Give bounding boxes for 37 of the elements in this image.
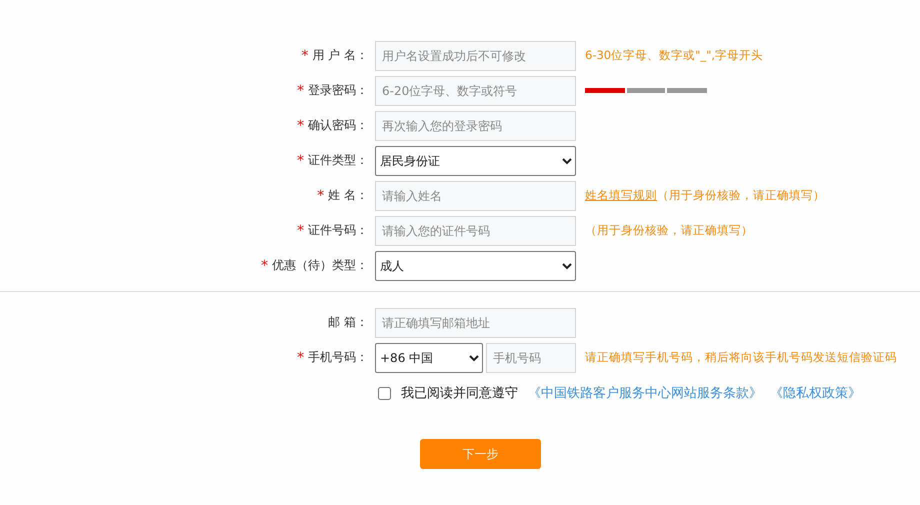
required-asterisk: * bbox=[297, 222, 304, 238]
input-field[interactable]: 请输入您的证件号码 bbox=[375, 216, 576, 246]
field-label: 姓 名： bbox=[328, 187, 368, 204]
hint-text: 请正确填写手机号码，稍后将向该手机号码发送短信验证码 bbox=[585, 350, 897, 365]
field-label: 优惠（待）类型： bbox=[272, 257, 368, 274]
terms-link[interactable]: 《中国铁路客户服务中心网站服务条款》 bbox=[528, 384, 762, 402]
required-asterisk: * bbox=[297, 118, 304, 134]
required-asterisk: * bbox=[297, 152, 304, 168]
next-button[interactable]: 下一步 bbox=[420, 439, 541, 469]
required-asterisk: * bbox=[261, 258, 268, 274]
rules-link[interactable]: 姓名填写规则 bbox=[585, 188, 657, 203]
agree-text: 我已阅读并同意遵守 bbox=[401, 385, 518, 402]
input-field[interactable]: 手机号码 bbox=[486, 342, 576, 372]
hint-text: 6-30位字母、数字或"_",字母开头 bbox=[585, 48, 764, 63]
field-label: 用 户 名： bbox=[312, 47, 368, 64]
field-label: 登录密码： bbox=[308, 82, 368, 99]
dropdown[interactable]: 成人 bbox=[375, 250, 576, 280]
required-asterisk: * bbox=[297, 82, 304, 98]
required-asterisk: * bbox=[297, 350, 304, 366]
terms-link[interactable]: 《隐私权政策》 bbox=[770, 384, 861, 402]
field-label: 邮 箱： bbox=[328, 314, 368, 331]
field-label: 证件号码： bbox=[308, 222, 368, 239]
required-asterisk: * bbox=[301, 48, 308, 64]
field-label: 确认密码： bbox=[308, 117, 368, 134]
input-field[interactable]: 再次输入您的登录密码 bbox=[375, 110, 576, 140]
dropdown[interactable]: 居民身份证 bbox=[375, 146, 576, 176]
hint-text: （用于身份核验，请正确填写） bbox=[657, 188, 825, 203]
dropdown[interactable]: +86 中国 bbox=[375, 342, 483, 372]
input-field[interactable]: 用户名设置成功后不可修改 bbox=[375, 40, 576, 70]
hint-text: （用于身份核验，请正确填写） bbox=[585, 223, 753, 238]
agree-checkbox[interactable] bbox=[378, 386, 391, 400]
field-label: 证件类型： bbox=[308, 152, 368, 169]
field-label: 手机号码： bbox=[308, 349, 368, 366]
input-field[interactable]: 请正确填写邮箱地址 bbox=[375, 308, 576, 338]
input-field[interactable]: 6-20位字母、数字或符号 bbox=[375, 76, 576, 106]
required-asterisk: * bbox=[317, 188, 324, 204]
input-field[interactable]: 请输入姓名 bbox=[375, 180, 576, 210]
